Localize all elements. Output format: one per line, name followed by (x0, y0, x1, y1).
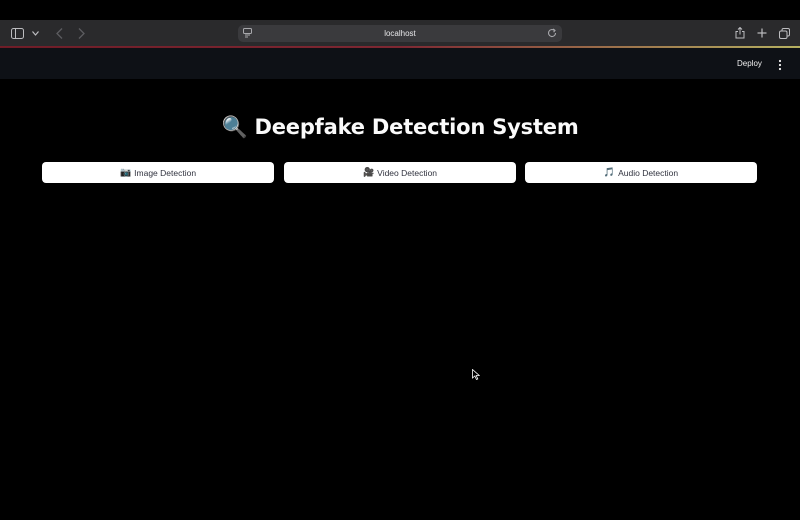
audio-detection-label: Audio Detection (618, 167, 679, 178)
camera-icon: 📷 (119, 167, 132, 178)
music-note-icon: 🎵 (603, 167, 616, 178)
toolbar-left-group (9, 25, 89, 41)
magnifier-icon: 🔍 (221, 115, 248, 139)
video-camera-icon: 🎥 (362, 167, 375, 178)
url-text: localhost (384, 29, 416, 38)
main-menu-icon[interactable] (776, 58, 784, 72)
image-detection-button[interactable]: 📷 Image Detection (42, 162, 274, 183)
screen-top-strip (0, 0, 800, 20)
mouse-cursor-icon (472, 367, 481, 385)
sidebar-toggle-icon[interactable] (9, 25, 25, 41)
deploy-button[interactable]: Deploy (737, 59, 762, 68)
toolbar-right-group (732, 25, 792, 41)
page-title: 🔍 Deepfake Detection System (0, 115, 800, 140)
main-content (0, 79, 800, 520)
video-detection-button[interactable]: 🎥 Video Detection (284, 162, 516, 183)
audio-detection-button[interactable]: 🎵 Audio Detection (525, 162, 757, 183)
browser-toolbar: localhost (0, 20, 800, 47)
back-arrow-icon[interactable] (51, 25, 67, 41)
app-header (0, 48, 800, 79)
image-detection-label: Image Detection (134, 167, 197, 178)
new-tab-icon[interactable] (754, 25, 770, 41)
forward-arrow-icon[interactable] (73, 25, 89, 41)
video-detection-label: Video Detection (377, 167, 438, 178)
address-bar[interactable]: localhost (238, 25, 562, 42)
page-title-text: Deepfake Detection System (254, 115, 579, 139)
reload-icon[interactable] (547, 28, 557, 40)
share-icon[interactable] (732, 25, 748, 41)
tab-overview-icon[interactable] (776, 25, 792, 41)
page-settings-icon[interactable] (243, 28, 252, 40)
chevron-down-icon[interactable] (31, 25, 39, 41)
